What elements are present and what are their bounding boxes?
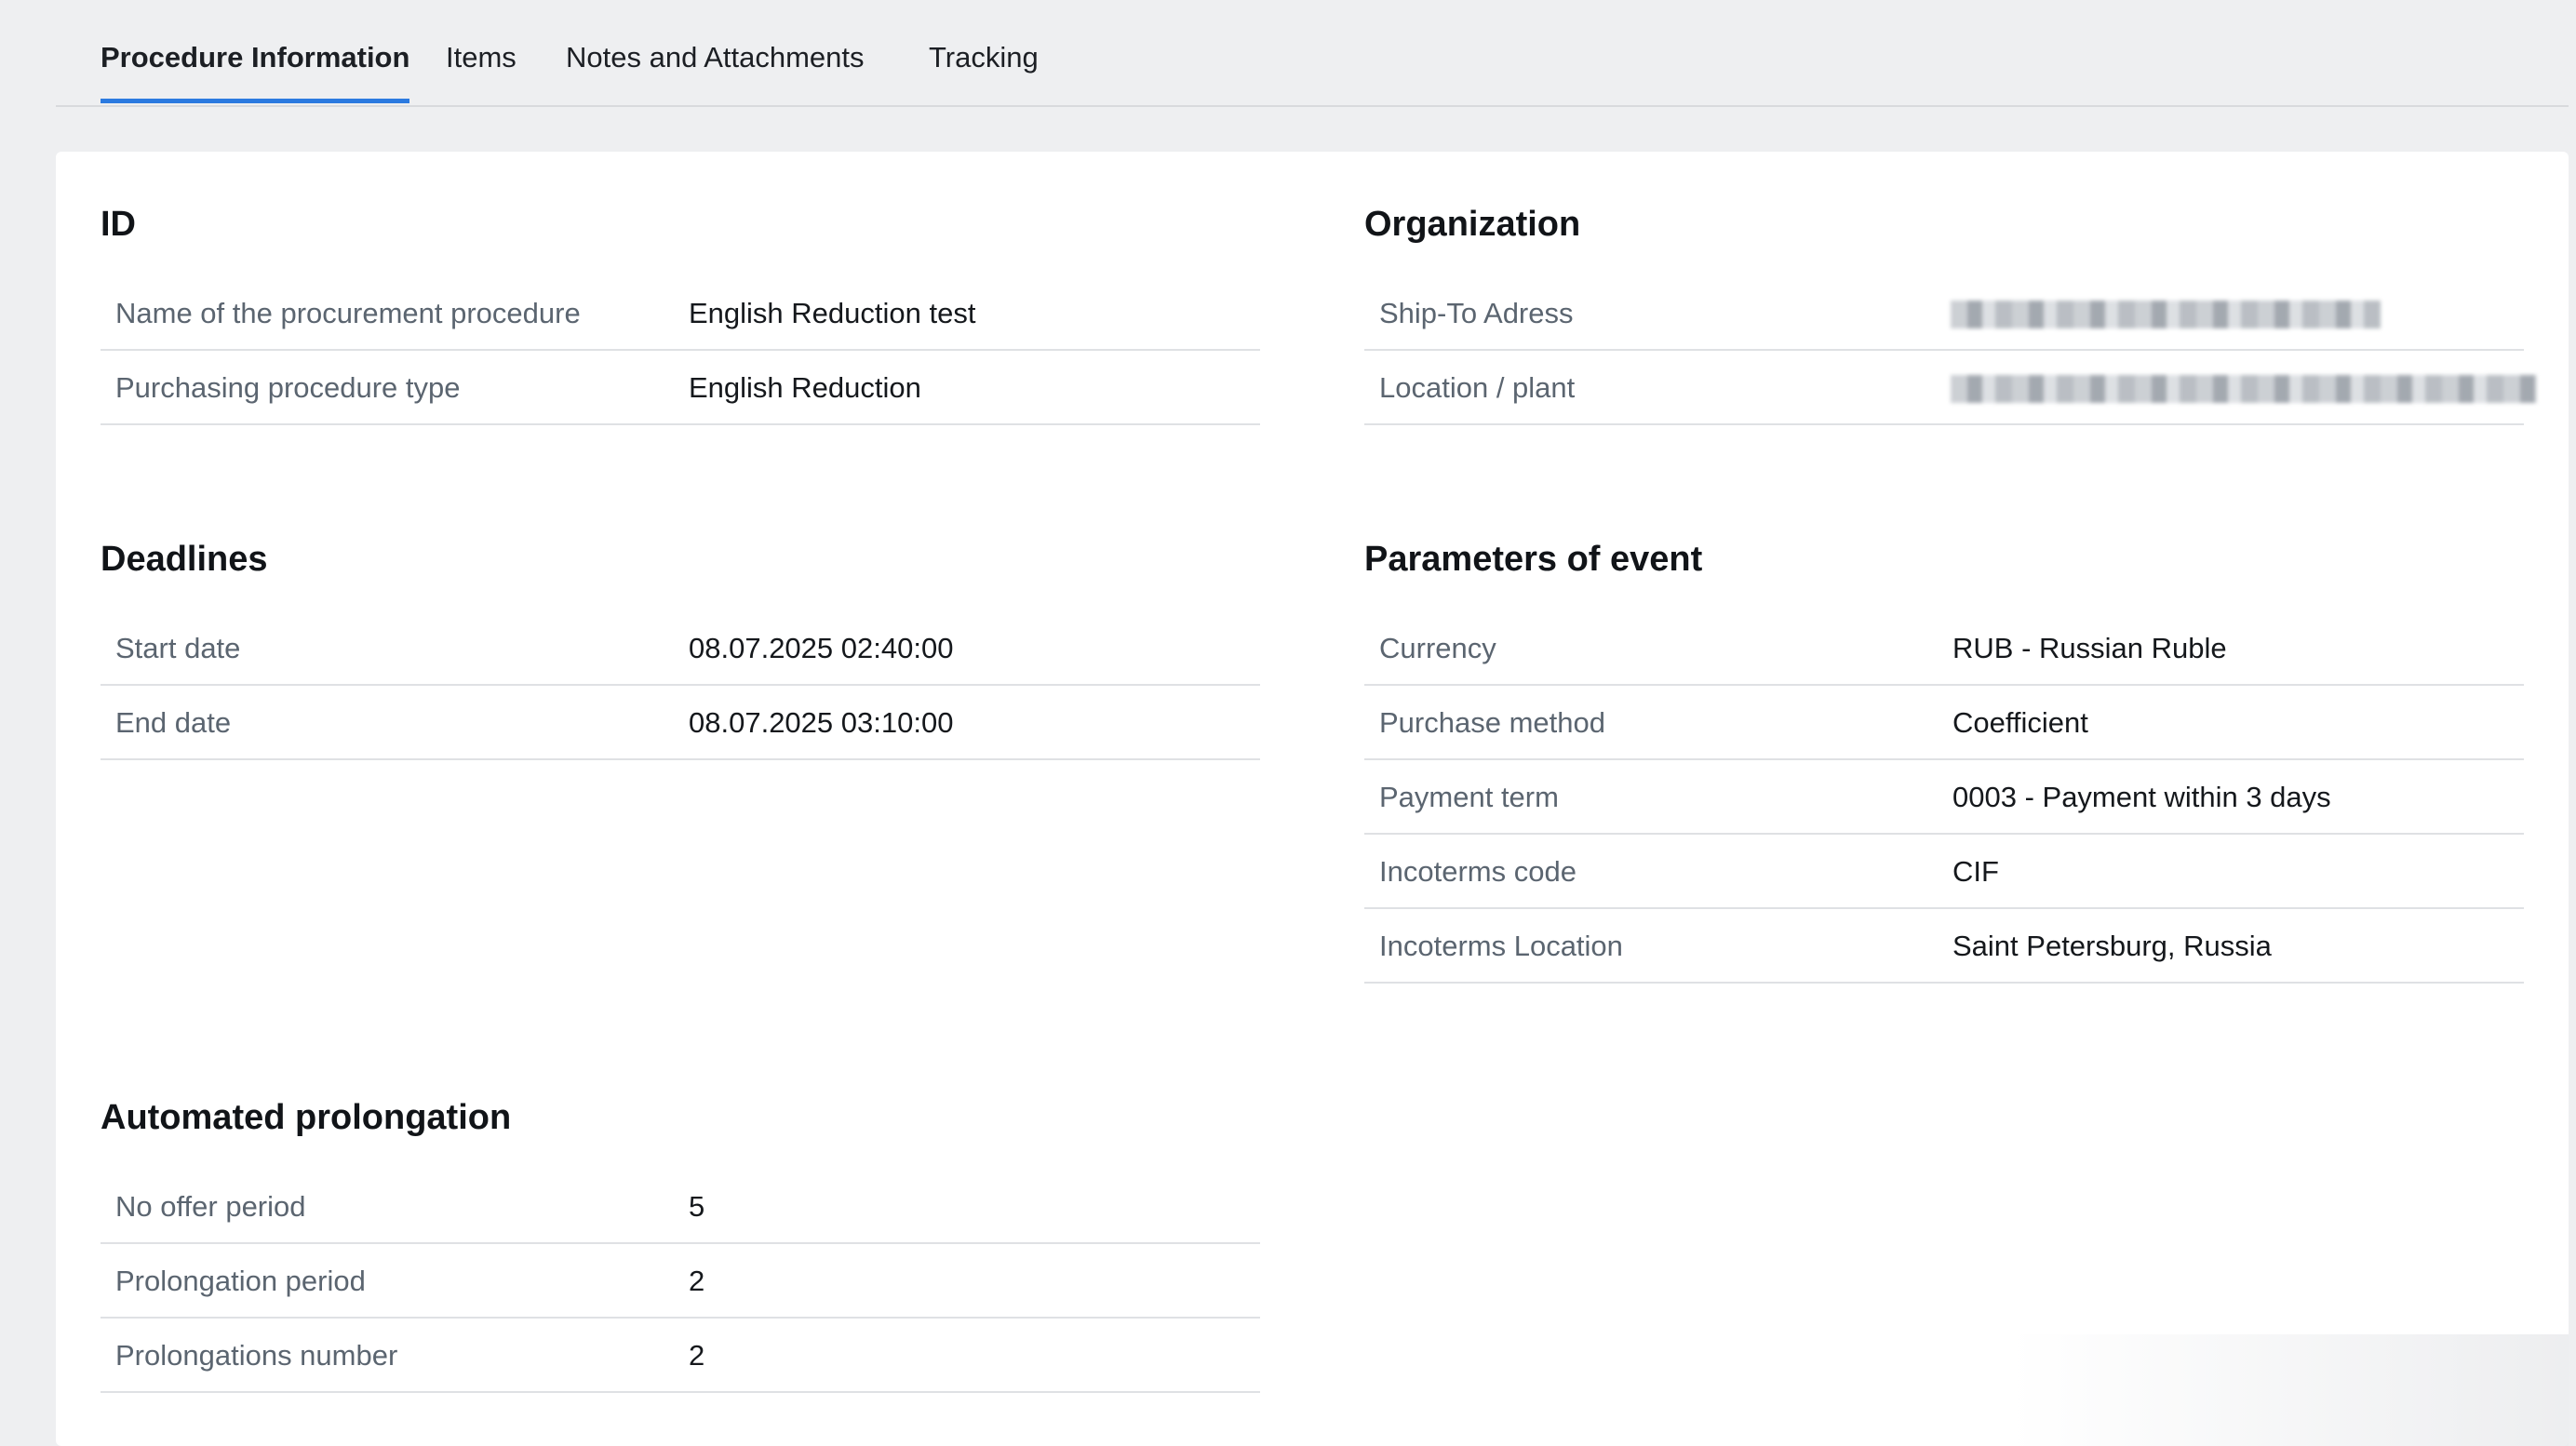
field-row: Prolongations number 2 bbox=[101, 1319, 1260, 1393]
prolongation-section: Automated prolongation No offer period 5… bbox=[101, 1093, 1260, 1393]
field-row: End date 08.07.2025 03:10:00 bbox=[101, 686, 1260, 760]
field-row: Start date 08.07.2025 02:40:00 bbox=[101, 611, 1260, 686]
procedure-info-card: ID Name of the procurement procedure Eng… bbox=[56, 152, 2569, 1446]
field-label: Incoterms Location bbox=[1379, 930, 1623, 962]
section-title-deadlines: Deadlines bbox=[101, 540, 268, 579]
field-value: 08.07.2025 03:10:00 bbox=[689, 706, 954, 739]
id-section: ID Name of the procurement procedure Eng… bbox=[101, 200, 1260, 425]
parameters-section: Parameters of event Currency RUB - Russi… bbox=[1364, 535, 2524, 984]
field-value: English Reduction bbox=[689, 371, 921, 404]
tab-procedure-information[interactable]: Procedure Information bbox=[101, 41, 410, 103]
tab-tracking[interactable]: Tracking bbox=[929, 41, 1039, 99]
field-row: Name of the procurement procedure Englis… bbox=[101, 276, 1260, 351]
field-row: Payment term 0003 - Payment within 3 day… bbox=[1364, 760, 2524, 835]
field-row: Currency RUB - Russian Ruble bbox=[1364, 611, 2524, 686]
section-title-id: ID bbox=[101, 205, 136, 244]
field-value: Saint Petersburg, Russia bbox=[1952, 930, 2272, 962]
section-title-prolongation: Automated prolongation bbox=[101, 1098, 512, 1137]
section-title-parameters: Parameters of event bbox=[1364, 540, 1703, 579]
field-row: Incoterms Location Saint Petersburg, Rus… bbox=[1364, 909, 2524, 984]
field-label: Purchase method bbox=[1379, 706, 1605, 739]
tab-notes-and-attachments[interactable]: Notes and Attachments bbox=[566, 41, 865, 99]
field-row: Ship-To Adress bbox=[1364, 276, 2524, 351]
field-label: Payment term bbox=[1379, 781, 1559, 813]
field-value: 0003 - Payment within 3 days bbox=[1952, 781, 2331, 813]
field-value: Coefficient bbox=[1952, 706, 2088, 739]
tab-items[interactable]: Items bbox=[446, 41, 517, 99]
field-label: Currency bbox=[1379, 632, 1496, 664]
field-label: Incoterms code bbox=[1379, 855, 1576, 888]
field-value: 2 bbox=[689, 1265, 705, 1297]
field-value: 2 bbox=[689, 1339, 705, 1372]
field-value: CIF bbox=[1952, 855, 1999, 888]
field-label: No offer period bbox=[115, 1190, 306, 1223]
field-label: Location / plant bbox=[1379, 371, 1576, 404]
field-row: Incoterms code CIF bbox=[1364, 835, 2524, 909]
redacted-value bbox=[1951, 301, 2381, 328]
field-row: Location / plant bbox=[1364, 351, 2537, 425]
field-label: Ship-To Adress bbox=[1379, 297, 1574, 329]
deadlines-section: Deadlines Start date 08.07.2025 02:40:00… bbox=[101, 535, 1260, 760]
field-value: RUB - Russian Ruble bbox=[1952, 632, 2227, 664]
field-row: No offer period 5 bbox=[101, 1170, 1260, 1244]
field-label: Start date bbox=[115, 632, 241, 664]
organization-section: Organization Ship-To Adress Location / p… bbox=[1364, 200, 2537, 425]
field-row: Prolongation period 2 bbox=[101, 1244, 1260, 1319]
field-row: Purchasing procedure type English Reduct… bbox=[101, 351, 1260, 425]
field-label: End date bbox=[115, 706, 232, 739]
field-value: 5 bbox=[689, 1190, 705, 1223]
field-value: 08.07.2025 02:40:00 bbox=[689, 632, 954, 664]
field-label: Prolongation period bbox=[115, 1265, 366, 1297]
field-label: Purchasing procedure type bbox=[115, 371, 461, 404]
redacted-value bbox=[1951, 375, 2537, 403]
tab-bar: Procedure Information Items Notes and At… bbox=[56, 0, 2569, 107]
section-title-organization: Organization bbox=[1364, 205, 1581, 244]
field-label: Name of the procurement procedure bbox=[115, 297, 581, 329]
field-value: English Reduction test bbox=[689, 297, 976, 329]
field-row: Purchase method Coefficient bbox=[1364, 686, 2524, 760]
field-label: Prolongations number bbox=[115, 1339, 398, 1372]
bottom-shadow bbox=[2010, 1334, 2569, 1446]
